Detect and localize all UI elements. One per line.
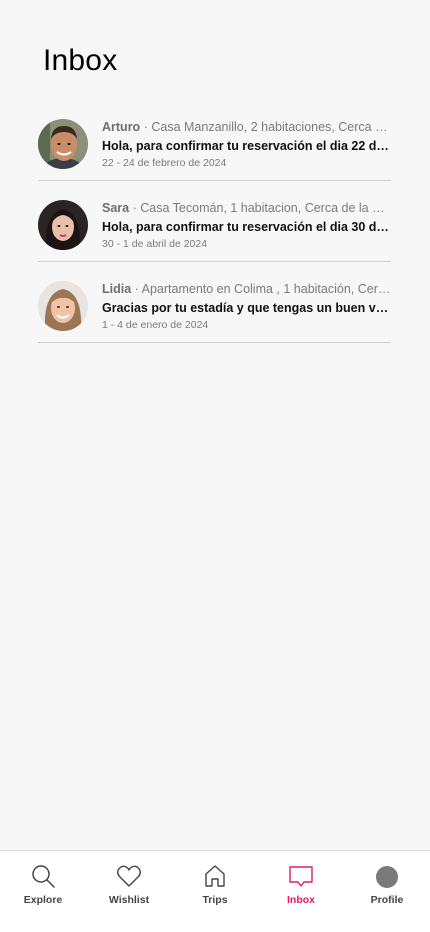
message-header: Sara · Casa Tecomán, 1 habitacion, Cerca… <box>102 200 391 216</box>
tab-trips[interactable]: Trips <box>172 851 258 932</box>
message-icon <box>289 866 313 887</box>
message-preview: Gracias por tu estadía y que tengas un b… <box>102 301 391 315</box>
tab-label: Trips <box>202 894 228 906</box>
message-header: Arturo · Casa Manzanillo, 2 habitaciones… <box>102 119 391 135</box>
tab-label: Explore <box>23 894 63 906</box>
page-title: Inbox <box>43 44 118 77</box>
tab-explore[interactable]: Explore <box>0 851 86 932</box>
listing-title: Casa Tecomán, 1 habitacion, Cerca de la … <box>140 201 391 215</box>
heart-icon <box>117 865 141 887</box>
separator-dot: · <box>143 120 148 134</box>
listing-title: Casa Manzanillo, 2 habitaciones, Cerca d… <box>151 120 391 134</box>
stay-dates: 22 - 24 de febrero de 2024 <box>102 157 227 169</box>
search-icon <box>32 865 55 888</box>
tab-label: Profile <box>370 894 404 906</box>
message-preview: Hola, para confirmar tu reservación el d… <box>102 139 391 153</box>
message-preview: Hola, para confirmar tu reservación el d… <box>102 220 391 234</box>
avatar-sara-image <box>38 200 88 250</box>
avatar <box>38 281 88 331</box>
separator-dot: · <box>132 201 137 215</box>
inbox-screen: Inbox Arturo · Casa Manzanillo, 2 habita… <box>0 0 430 932</box>
message-header: Lidia · Apartamento en Colima , 1 habita… <box>102 281 391 297</box>
avatar <box>38 200 88 250</box>
avatar-circle-icon <box>376 866 398 888</box>
sender-name: Lidia <box>102 282 132 296</box>
message-row[interactable]: Sara · Casa Tecomán, 1 habitacion, Cerca… <box>38 181 391 262</box>
message-row[interactable]: Arturo · Casa Manzanillo, 2 habitaciones… <box>38 100 391 181</box>
bottom-tab-bar: Explore Wishlist Trips Inbox Profile <box>0 850 430 932</box>
avatar-arturo-image <box>38 119 88 169</box>
home-icon <box>205 865 225 887</box>
sender-name: Sara <box>102 201 130 215</box>
message-row[interactable]: Lidia · Apartamento en Colima , 1 habita… <box>38 262 391 343</box>
stay-dates: 1 - 4 de enero de 2024 <box>102 319 209 331</box>
avatar-lidia-image <box>38 281 88 331</box>
separator-dot: · <box>134 282 139 296</box>
tab-label: Inbox <box>287 894 315 906</box>
tab-profile[interactable]: Profile <box>344 851 430 932</box>
message-list: Arturo · Casa Manzanillo, 2 habitaciones… <box>38 100 391 343</box>
tab-wishlist[interactable]: Wishlist <box>86 851 172 932</box>
tab-label: Wishlist <box>108 894 150 906</box>
stay-dates: 30 - 1 de abril de 2024 <box>102 238 208 250</box>
listing-title: Apartamento en Colima , 1 habitación, Ce… <box>141 282 391 296</box>
avatar <box>38 119 88 169</box>
sender-name: Arturo <box>102 120 141 134</box>
tab-inbox[interactable]: Inbox <box>258 851 344 932</box>
